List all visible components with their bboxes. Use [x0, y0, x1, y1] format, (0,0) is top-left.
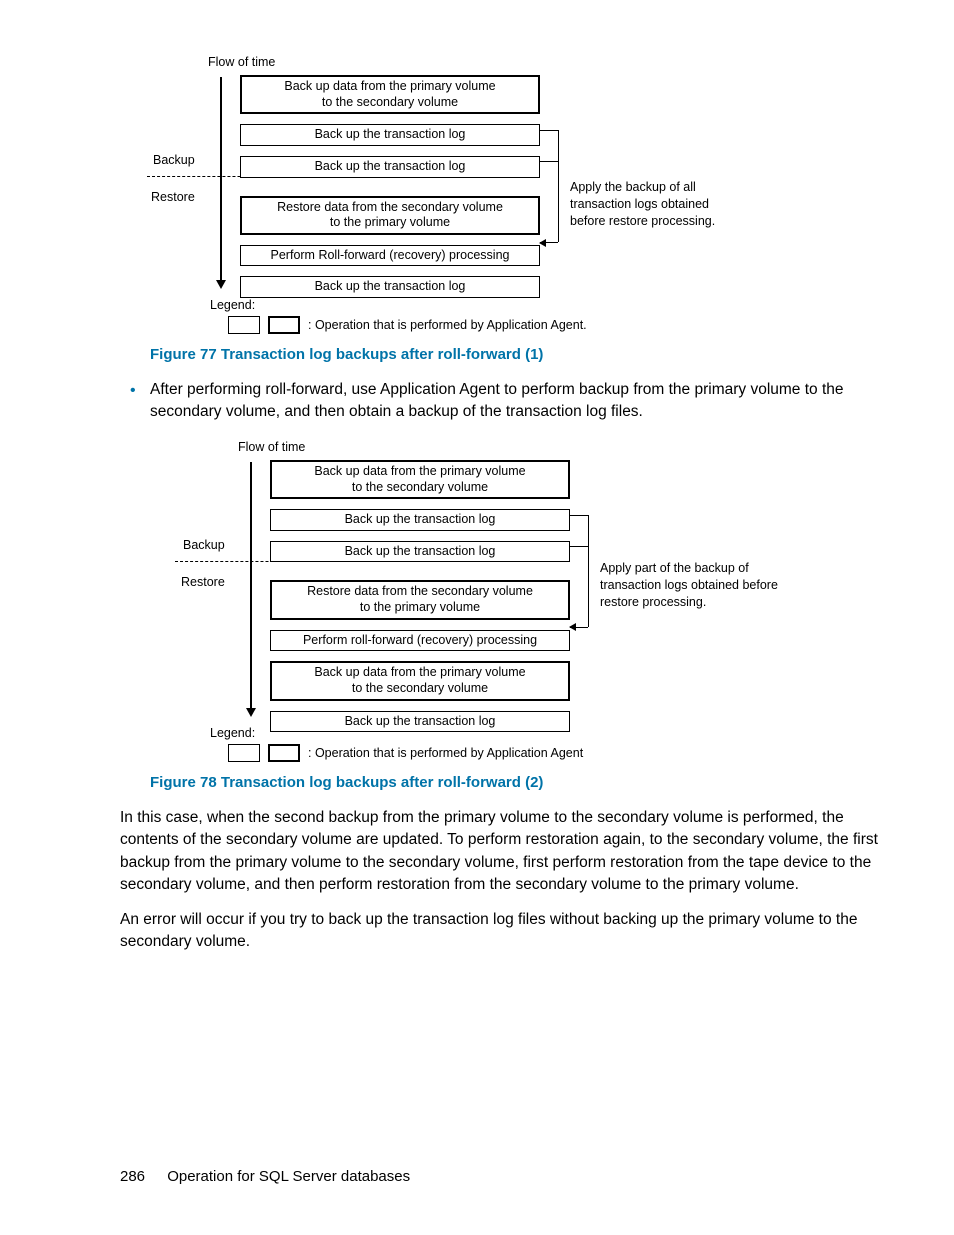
legend-thick-box-icon: [268, 316, 300, 334]
op-box-backup-primary: Back up data from the primary volume to …: [240, 75, 540, 114]
phase-restore-label: Restore: [151, 190, 195, 204]
op-box-backup-tlog-3: Back up the transaction log: [240, 276, 540, 298]
figure-78-caption: Figure 78 Transaction log backups after …: [150, 774, 884, 791]
flow-of-time-label-2: Flow of time: [238, 440, 884, 454]
figure-78-diagram: Flow of time Backup Restore Back up data…: [195, 440, 884, 762]
page-number: 286: [120, 1168, 145, 1185]
legend-thin-box-icon-2: [228, 744, 260, 762]
op-box-backup-primary-3: Back up data from the primary volume to …: [270, 661, 570, 700]
op-box-backup-tlog-2: Back up the transaction log: [240, 156, 540, 178]
phase-backup-label: Backup: [153, 153, 195, 167]
page-footer: 286 Operation for SQL Server databases: [120, 1168, 410, 1185]
op-box-backup-primary-2: Back up data from the primary volume to …: [270, 460, 570, 499]
op-box-backup-tlog-1b: Back up the transaction log: [270, 509, 570, 531]
legend-thin-box-icon: [228, 316, 260, 334]
paragraph-secondary-update: In this case, when the second backup fro…: [120, 807, 884, 897]
figure-77-diagram: Flow of time Backup Restore Back up data…: [165, 55, 884, 334]
diagram1-annotation: Apply the backup of all transaction logs…: [570, 179, 745, 230]
paragraph-error-warning: An error will occur if you try to back u…: [120, 909, 884, 954]
flow-of-time-label: Flow of time: [208, 55, 884, 69]
arrowhead-icon-2: [246, 708, 256, 717]
op-box-backup-tlog-3b: Back up the transaction log: [270, 711, 570, 733]
timeline-arrow-2: [250, 462, 252, 710]
diagram2-annotation: Apply part of the backup of transaction …: [600, 560, 785, 611]
op-box-restore-secondary: Restore data from the secondary volume t…: [240, 196, 540, 235]
figure-77-caption: Figure 77 Transaction log backups after …: [150, 346, 884, 363]
bullet-after-rollforward: After performing roll-forward, use Appli…: [120, 379, 884, 424]
op-box-rollforward: Perform Roll-forward (recovery) processi…: [240, 245, 540, 267]
legend-thick-box-icon-2: [268, 744, 300, 762]
phase-restore-label-2: Restore: [181, 575, 225, 589]
op-box-rollforward-2: Perform roll-forward (recovery) processi…: [270, 630, 570, 652]
op-box-backup-tlog-2b: Back up the transaction log: [270, 541, 570, 563]
arrowhead-icon: [216, 280, 226, 289]
op-box-backup-tlog-1: Back up the transaction log: [240, 124, 540, 146]
op-box-restore-secondary-2: Restore data from the secondary volume t…: [270, 580, 570, 619]
phase-backup-label-2: Backup: [183, 538, 225, 552]
chapter-title: Operation for SQL Server databases: [167, 1168, 410, 1185]
timeline-arrow: [220, 77, 222, 282]
